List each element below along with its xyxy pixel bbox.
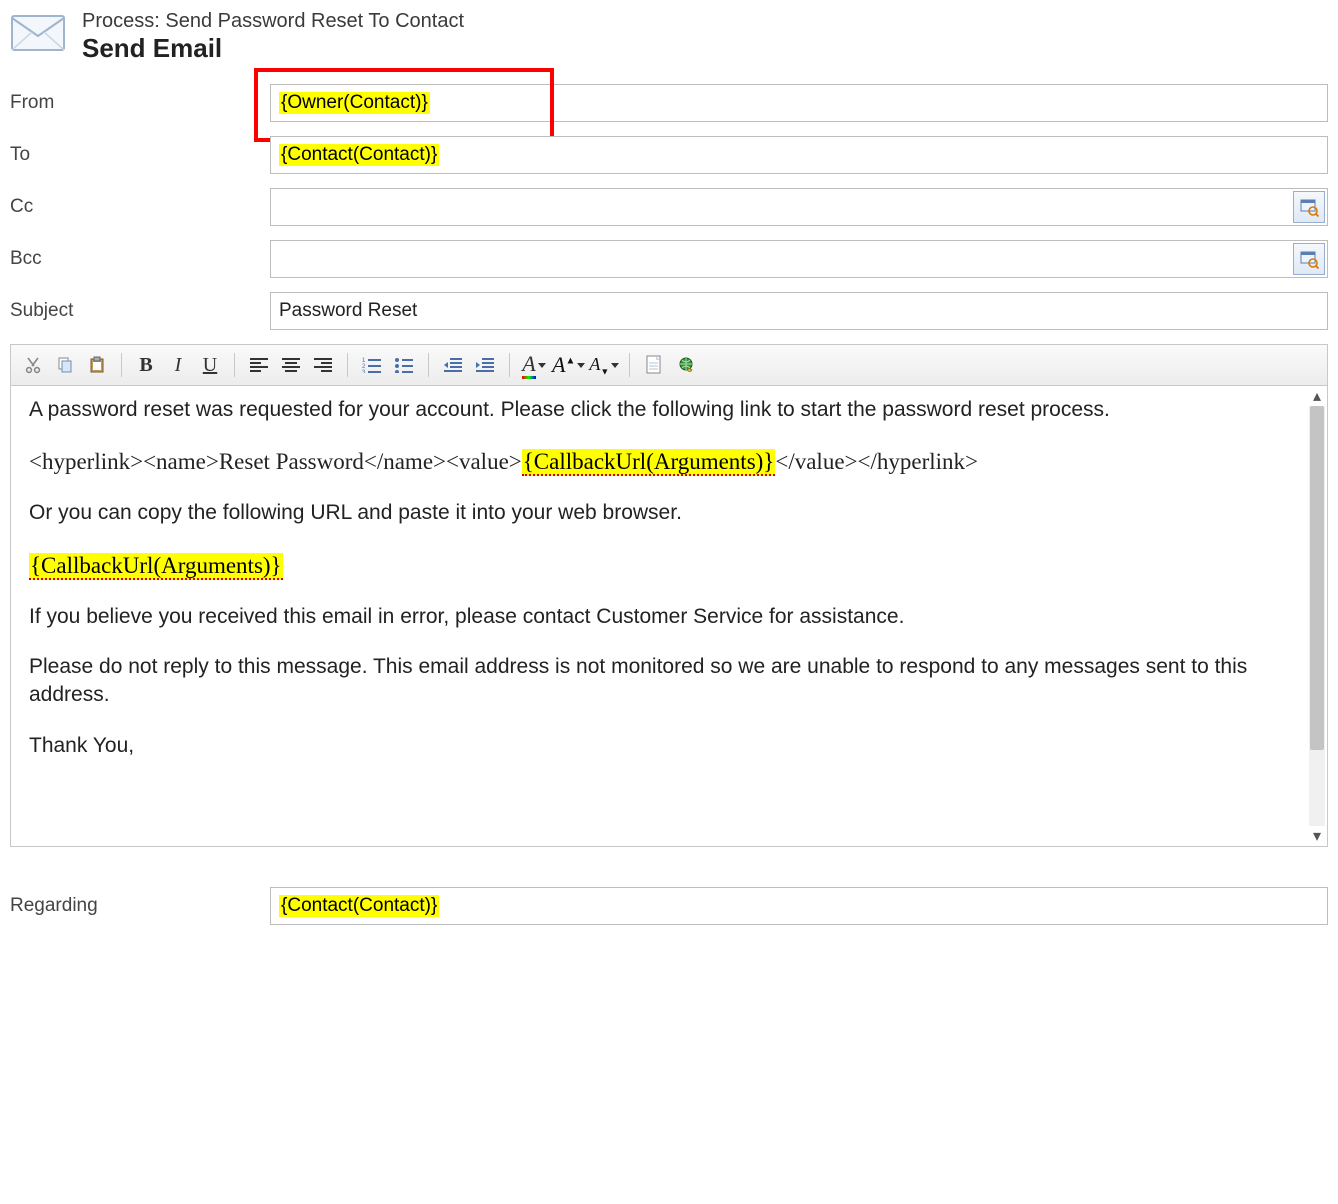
align-right-button[interactable] xyxy=(309,351,337,379)
document-icon xyxy=(645,355,663,375)
italic-button[interactable]: I xyxy=(164,351,192,379)
body-p5: If you believe you received this email i… xyxy=(29,603,1309,631)
paste-button[interactable] xyxy=(83,351,111,379)
globe-link-icon xyxy=(676,355,696,375)
chevron-down-icon xyxy=(538,363,546,368)
font-grow-icon: A▲ xyxy=(552,352,575,378)
outdent-icon xyxy=(443,357,463,373)
underline-button[interactable]: U xyxy=(196,351,224,379)
align-center-icon xyxy=(281,357,301,373)
lookup-icon xyxy=(1299,197,1319,217)
body-callback-line: {CallbackUrl(Arguments)} xyxy=(29,550,1309,581)
email-body-wrap: A password reset was requested for your … xyxy=(10,386,1328,847)
regarding-token: {Contact(Contact)} xyxy=(279,895,439,917)
regarding-input[interactable]: {Contact(Contact)} xyxy=(270,887,1328,925)
indent-button[interactable] xyxy=(471,351,499,379)
from-token: {Owner(Contact)} xyxy=(279,92,430,114)
bcc-label: Bcc xyxy=(10,248,270,270)
align-right-icon xyxy=(313,357,333,373)
page-title: Send Email xyxy=(82,33,464,64)
align-left-button[interactable] xyxy=(245,351,273,379)
regarding-label: Regarding xyxy=(10,895,270,917)
ordered-list-icon: 123 xyxy=(362,357,382,373)
subject-value: Password Reset xyxy=(279,300,417,322)
process-breadcrumb: Process: Send Password Reset To Contact xyxy=(82,10,464,33)
email-body-editor[interactable]: A password reset was requested for your … xyxy=(11,386,1327,846)
to-label: To xyxy=(10,144,270,166)
callback-token: {CallbackUrl(Arguments)} xyxy=(522,449,776,476)
hyperlink-button[interactable] xyxy=(672,351,700,379)
align-left-icon xyxy=(249,357,269,373)
chevron-down-icon xyxy=(611,363,619,368)
indent-icon xyxy=(475,357,495,373)
font-color-button[interactable]: A xyxy=(520,351,548,379)
body-p1: A password reset was requested for your … xyxy=(29,396,1309,424)
scissors-icon xyxy=(24,356,42,374)
to-token: {Contact(Contact)} xyxy=(279,144,439,166)
from-input[interactable]: {Owner(Contact)} xyxy=(270,84,1328,122)
svg-text:3: 3 xyxy=(362,370,366,373)
cc-lookup-button[interactable] xyxy=(1293,191,1325,223)
align-center-button[interactable] xyxy=(277,351,305,379)
scroll-down-button[interactable]: ▾ xyxy=(1309,828,1325,844)
body-p6: Please do not reply to this message. Thi… xyxy=(29,653,1309,710)
chevron-down-icon xyxy=(577,363,585,368)
copy-icon xyxy=(56,356,74,374)
bold-button[interactable]: B xyxy=(132,351,160,379)
body-hyperlink-line: <hyperlink><name>Reset Password</name><v… xyxy=(29,446,1309,477)
unordered-list-icon xyxy=(394,357,414,373)
scrollbar-thumb[interactable] xyxy=(1310,406,1324,750)
cc-label: Cc xyxy=(10,196,270,218)
cc-input[interactable] xyxy=(270,188,1328,226)
from-label: From xyxy=(10,92,270,114)
editor-toolbar: B I U 123 A A▲ A▼ xyxy=(10,344,1328,386)
scrollbar-track[interactable] xyxy=(1309,406,1325,826)
cut-button[interactable] xyxy=(19,351,47,379)
envelope-icon xyxy=(10,10,66,54)
subject-input[interactable]: Password Reset xyxy=(270,292,1328,330)
scroll-up-button[interactable]: ▴ xyxy=(1309,388,1325,404)
body-p3: Or you can copy the following URL and pa… xyxy=(29,499,1309,527)
bulleted-list-button[interactable] xyxy=(390,351,418,379)
insert-button[interactable] xyxy=(640,351,668,379)
body-p7: Thank You, xyxy=(29,732,1309,760)
copy-button[interactable] xyxy=(51,351,79,379)
subject-label: Subject xyxy=(10,300,270,322)
font-shrink-icon: A▼ xyxy=(589,354,609,377)
font-grow-button[interactable]: A▲ xyxy=(552,351,585,379)
numbered-list-button[interactable]: 123 xyxy=(358,351,386,379)
lookup-icon xyxy=(1299,249,1319,269)
font-color-icon: A xyxy=(522,351,535,379)
bcc-input[interactable] xyxy=(270,240,1328,278)
font-shrink-button[interactable]: A▼ xyxy=(589,351,619,379)
bcc-lookup-button[interactable] xyxy=(1293,243,1325,275)
page-header: Process: Send Password Reset To Contact … xyxy=(10,10,1328,64)
outdent-button[interactable] xyxy=(439,351,467,379)
paste-icon xyxy=(88,356,106,374)
to-input[interactable]: {Contact(Contact)} xyxy=(270,136,1328,174)
callback-token: {CallbackUrl(Arguments)} xyxy=(29,553,283,580)
